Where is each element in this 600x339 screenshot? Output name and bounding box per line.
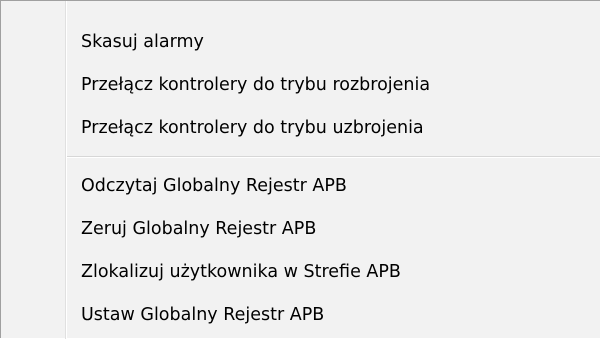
menu-item-arm-controllers[interactable]: Przełącz kontrolery do trybu uzbrojenia (1, 106, 600, 150)
menu-separator (67, 156, 600, 158)
menu-item-label: Zlokalizuj użytkownika w Strefie APB (81, 262, 401, 282)
menu-item-label: Przełącz kontrolery do trybu rozbrojenia (81, 75, 431, 95)
menu-item-disarm-controllers[interactable]: Przełącz kontrolery do trybu rozbrojenia (1, 63, 600, 107)
menu-item-label: Przełącz kontrolery do trybu uzbrojenia (81, 118, 424, 138)
menu-item-reset-alarms[interactable]: Skasuj alarmy (1, 20, 600, 64)
menu-item-label: Ustaw Globalny Rejestr APB (81, 305, 325, 325)
menu-item-label: Odczytaj Globalny Rejestr APB (81, 176, 347, 196)
menu-item-label: Zeruj Globalny Rejestr APB (81, 219, 317, 239)
menu-item-clear-global-apb-register[interactable]: Zeruj Globalny Rejestr APB (1, 207, 600, 251)
menu-item-label: Skasuj alarmy (81, 32, 204, 52)
context-menu: Skasuj alarmy Przełącz kontrolery do try… (0, 0, 600, 339)
menu-item-locate-user-in-apb-zone[interactable]: Zlokalizuj użytkownika w Strefie APB (1, 250, 600, 294)
menu-item-read-global-apb-register[interactable]: Odczytaj Globalny Rejestr APB (1, 164, 600, 208)
menu-item-set-global-apb-register[interactable]: Ustaw Globalny Rejestr APB (1, 293, 600, 337)
